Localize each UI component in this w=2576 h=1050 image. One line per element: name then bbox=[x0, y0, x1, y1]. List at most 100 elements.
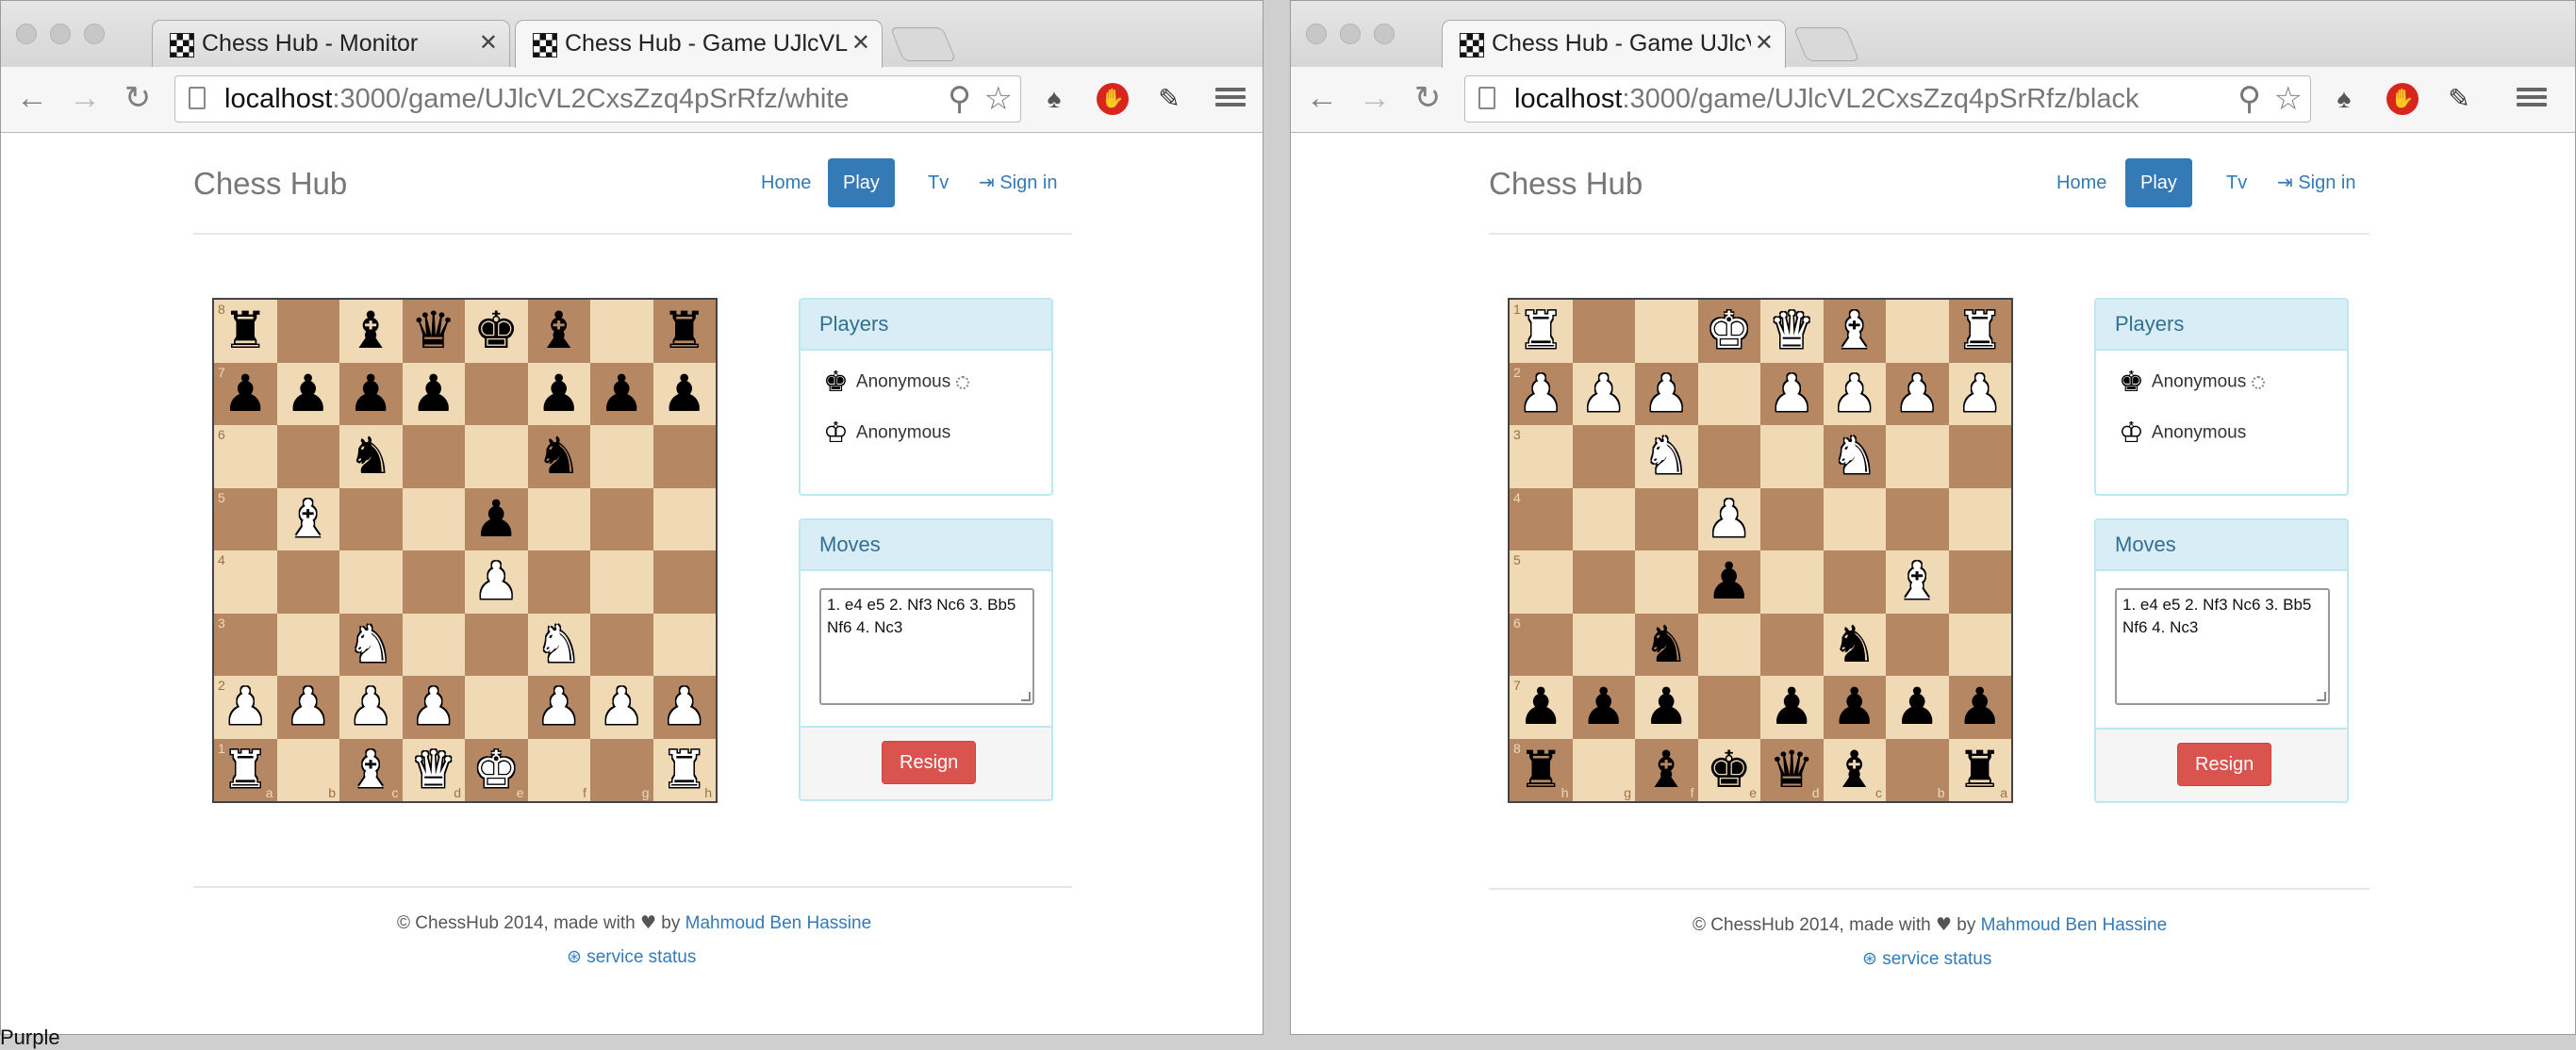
square-h4[interactable]: 4 bbox=[1510, 487, 1573, 550]
square-d6[interactable] bbox=[402, 425, 465, 488]
maximize-window-button[interactable] bbox=[84, 24, 105, 44]
black-queen-icon[interactable]: ♛ bbox=[403, 300, 466, 362]
square-b1[interactable]: b bbox=[276, 738, 339, 801]
black-pawn-icon[interactable]: ♟ bbox=[1760, 676, 1824, 738]
evernote-icon[interactable]: ♠ bbox=[1038, 83, 1070, 115]
square-a2[interactable]: 2 ♟ bbox=[214, 676, 277, 739]
author-link[interactable]: Mahmoud Ben Hassine bbox=[685, 913, 872, 933]
reload-icon[interactable]: ↻ bbox=[120, 80, 156, 116]
square-h7[interactable]: 7 ♟ bbox=[1510, 676, 1573, 739]
square-e4[interactable]: ♟ bbox=[465, 550, 528, 614]
square-a1[interactable]: 1 a ♜ bbox=[214, 738, 277, 801]
black-bishop-icon[interactable]: ♝ bbox=[1824, 739, 1887, 801]
square-g4[interactable] bbox=[1572, 487, 1635, 550]
square-a5[interactable] bbox=[1948, 550, 2011, 614]
square-g8[interactable] bbox=[590, 300, 653, 363]
square-g1[interactable]: g bbox=[590, 738, 653, 801]
bookmark-star-icon[interactable]: ☆ bbox=[984, 80, 1013, 118]
square-e5[interactable]: ♟ bbox=[1697, 550, 1760, 614]
black-king-icon[interactable]: ♚ bbox=[465, 300, 528, 362]
square-b6[interactable] bbox=[1886, 613, 1949, 676]
close-tab-icon[interactable]: ✕ bbox=[1755, 21, 1774, 66]
white-pawn-icon[interactable]: ♟ bbox=[1760, 363, 1824, 425]
square-f7[interactable]: ♟ bbox=[527, 362, 591, 425]
nav-home[interactable]: Home bbox=[746, 158, 826, 207]
close-tab-icon[interactable]: ✕ bbox=[851, 21, 870, 66]
close-window-button[interactable] bbox=[1306, 24, 1327, 44]
square-d3[interactable] bbox=[1760, 425, 1824, 488]
square-g6[interactable] bbox=[590, 425, 653, 488]
square-g5[interactable] bbox=[1572, 550, 1635, 614]
white-queen-icon[interactable]: ♛ bbox=[1760, 300, 1824, 362]
square-f5[interactable] bbox=[1635, 550, 1698, 614]
white-king-icon[interactable]: ♚ bbox=[465, 739, 528, 801]
square-d3[interactable] bbox=[402, 613, 465, 676]
pen-tool-icon[interactable]: ✎ bbox=[2443, 83, 2475, 115]
white-pawn-icon[interactable]: ♟ bbox=[653, 676, 717, 738]
square-d4[interactable] bbox=[402, 550, 465, 614]
black-pawn-icon[interactable]: ♟ bbox=[528, 363, 591, 425]
square-b7[interactable]: ♟ bbox=[276, 362, 340, 425]
black-rook-icon[interactable]: ♜ bbox=[1949, 739, 2012, 801]
square-a6[interactable]: 6 bbox=[214, 425, 277, 488]
white-pawn-icon[interactable]: ♟ bbox=[528, 676, 591, 738]
author-link[interactable]: Mahmoud Ben Hassine bbox=[1981, 915, 2168, 935]
black-pawn-icon[interactable]: ♟ bbox=[653, 363, 717, 425]
square-a3[interactable] bbox=[1948, 425, 2011, 488]
square-d2[interactable]: ♟ bbox=[402, 676, 465, 739]
square-g3[interactable] bbox=[590, 613, 653, 676]
reload-icon[interactable]: ↻ bbox=[1410, 80, 1445, 116]
white-knight-icon[interactable]: ♞ bbox=[339, 614, 403, 676]
minimize-window-button[interactable] bbox=[50, 24, 71, 44]
square-h3[interactable] bbox=[652, 613, 716, 676]
white-bishop-icon[interactable]: ♝ bbox=[277, 488, 340, 550]
black-king-icon[interactable]: ♚ bbox=[1698, 739, 1761, 801]
white-pawn-icon[interactable]: ♟ bbox=[339, 676, 403, 738]
square-d2[interactable]: ♟ bbox=[1760, 362, 1824, 425]
black-knight-icon[interactable]: ♞ bbox=[1824, 614, 1887, 676]
black-bishop-icon[interactable]: ♝ bbox=[528, 300, 591, 362]
square-h8[interactable]: 8 h ♜ bbox=[1510, 738, 1573, 801]
moves-textarea[interactable]: 1. e4 e5 2. Nf3 Nc6 3. Bb5 Nf6 4. Nc3 bbox=[819, 588, 1034, 705]
square-b8[interactable]: b bbox=[1886, 738, 1949, 801]
square-g2[interactable]: ♟ bbox=[590, 676, 653, 739]
black-rook-icon[interactable]: ♜ bbox=[1510, 739, 1573, 801]
black-knight-icon[interactable]: ♞ bbox=[339, 425, 403, 487]
square-a5[interactable]: 5 bbox=[214, 487, 277, 550]
white-pawn-icon[interactable]: ♟ bbox=[214, 676, 277, 738]
square-c8[interactable]: c ♝ bbox=[1823, 738, 1887, 801]
square-e2[interactable] bbox=[465, 676, 528, 739]
square-a4[interactable] bbox=[1948, 487, 2011, 550]
square-c6[interactable]: ♞ bbox=[339, 425, 403, 488]
moves-textarea[interactable]: 1. e4 e5 2. Nf3 Nc6 3. Bb5 Nf6 4. Nc3 bbox=[2115, 588, 2330, 705]
square-g5[interactable] bbox=[590, 487, 653, 550]
resign-button[interactable]: Resign bbox=[882, 741, 977, 784]
black-rook-icon[interactable]: ♜ bbox=[653, 300, 717, 362]
black-pawn-icon[interactable]: ♟ bbox=[277, 363, 340, 425]
white-pawn-icon[interactable]: ♟ bbox=[1635, 363, 1698, 425]
white-king-icon[interactable]: ♚ bbox=[1698, 300, 1761, 362]
square-a7[interactable]: ♟ bbox=[1948, 676, 2012, 739]
square-h6[interactable] bbox=[652, 425, 716, 488]
black-pawn-icon[interactable]: ♟ bbox=[1949, 676, 2012, 738]
square-e6[interactable] bbox=[1697, 613, 1760, 676]
nav-signin[interactable]: ⇥ Sign in bbox=[2262, 158, 2370, 207]
square-d8[interactable]: d ♛ bbox=[1760, 738, 1824, 801]
nav-signin[interactable]: ⇥ Sign in bbox=[964, 158, 1072, 207]
white-queen-icon[interactable]: ♛ bbox=[403, 739, 466, 801]
black-pawn-icon[interactable]: ♟ bbox=[1635, 676, 1698, 738]
tab-game[interactable]: Chess Hub - Game UJlcVL ✕ bbox=[515, 20, 883, 68]
tab-monitor[interactable]: Chess Hub - Monitor ✕ bbox=[152, 20, 510, 67]
white-bishop-icon[interactable]: ♝ bbox=[1886, 550, 1949, 613]
evernote-icon[interactable]: ♠ bbox=[2328, 83, 2360, 115]
white-pawn-icon[interactable]: ♟ bbox=[1510, 363, 1573, 425]
square-c4[interactable] bbox=[1823, 487, 1886, 550]
white-bishop-icon[interactable]: ♝ bbox=[339, 739, 403, 801]
square-a4[interactable]: 4 bbox=[214, 550, 277, 614]
black-pawn-icon[interactable]: ♟ bbox=[590, 363, 653, 425]
square-b4[interactable] bbox=[276, 550, 339, 614]
square-d1[interactable]: d ♛ bbox=[402, 738, 466, 801]
square-c5[interactable] bbox=[339, 487, 403, 550]
square-h1[interactable]: h ♜ bbox=[652, 738, 716, 801]
square-f7[interactable]: ♟ bbox=[1635, 676, 1698, 739]
